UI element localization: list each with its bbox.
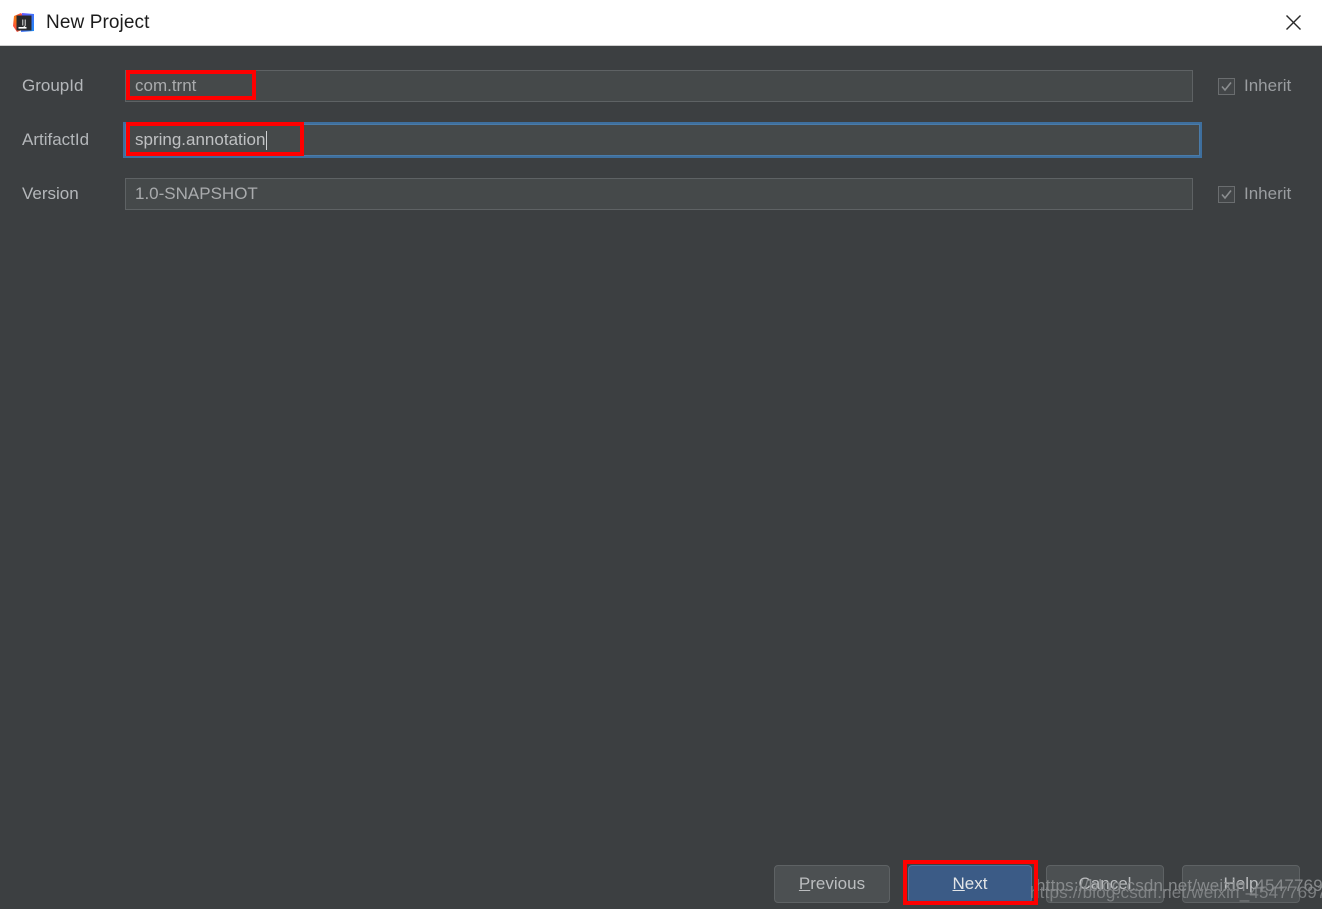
form-row-version: Version 1.0-SNAPSHOT Inherit [0, 177, 1322, 211]
version-inherit-label: Inherit [1244, 184, 1292, 203]
next-button-label-rest: ext [964, 874, 988, 893]
text-caret [266, 130, 268, 150]
help-button[interactable]: Help [1182, 865, 1300, 903]
previous-button[interactable]: Previous [774, 865, 890, 903]
artifactid-input-value: spring.annotation [135, 130, 266, 149]
cancel-button[interactable]: Cancel [1046, 865, 1164, 903]
help-button-label: Help [1223, 874, 1259, 893]
groupid-input[interactable]: com.trnt [125, 70, 1193, 102]
title-bar: IJ New Project [0, 0, 1322, 46]
version-label: Version [22, 184, 79, 203]
groupid-inherit-checkbox[interactable] [1218, 77, 1235, 95]
artifactid-input[interactable]: spring.annotation [125, 124, 1200, 156]
form-row-groupid: GroupId com.trnt Inherit [0, 69, 1322, 103]
intellij-idea-logo-icon: IJ [12, 11, 36, 35]
version-inherit-checkbox[interactable] [1218, 185, 1235, 203]
title-bar-left: IJ New Project [0, 11, 150, 35]
previous-button-label-rest: revious [810, 874, 866, 893]
version-input[interactable]: 1.0-SNAPSHOT [125, 178, 1193, 210]
artifactid-label: ArtifactId [22, 130, 90, 149]
form-row-artifactid: ArtifactId spring.annotation [0, 123, 1322, 157]
next-button[interactable]: Next [908, 865, 1032, 903]
svg-text:IJ: IJ [22, 18, 27, 27]
dialog-button-bar: Previous Next Cancel Help [0, 865, 1322, 909]
dialog-content: GroupId com.trnt Inherit ArtifactId spri… [0, 46, 1322, 909]
new-project-dialog: IJ New Project GroupId com.trnt Inherit … [0, 0, 1322, 909]
previous-button-mnemonic: P [798, 874, 811, 893]
groupid-inherit-checkbox-group[interactable]: Inherit [1218, 69, 1291, 103]
close-button[interactable] [1264, 0, 1322, 45]
groupid-label: GroupId [22, 76, 84, 95]
cancel-button-label: Cancel [1078, 874, 1132, 893]
version-inherit-checkbox-group[interactable]: Inherit [1218, 177, 1291, 211]
next-button-mnemonic: N [952, 874, 965, 893]
window-title: New Project [46, 11, 150, 33]
groupid-inherit-label: Inherit [1244, 76, 1292, 95]
